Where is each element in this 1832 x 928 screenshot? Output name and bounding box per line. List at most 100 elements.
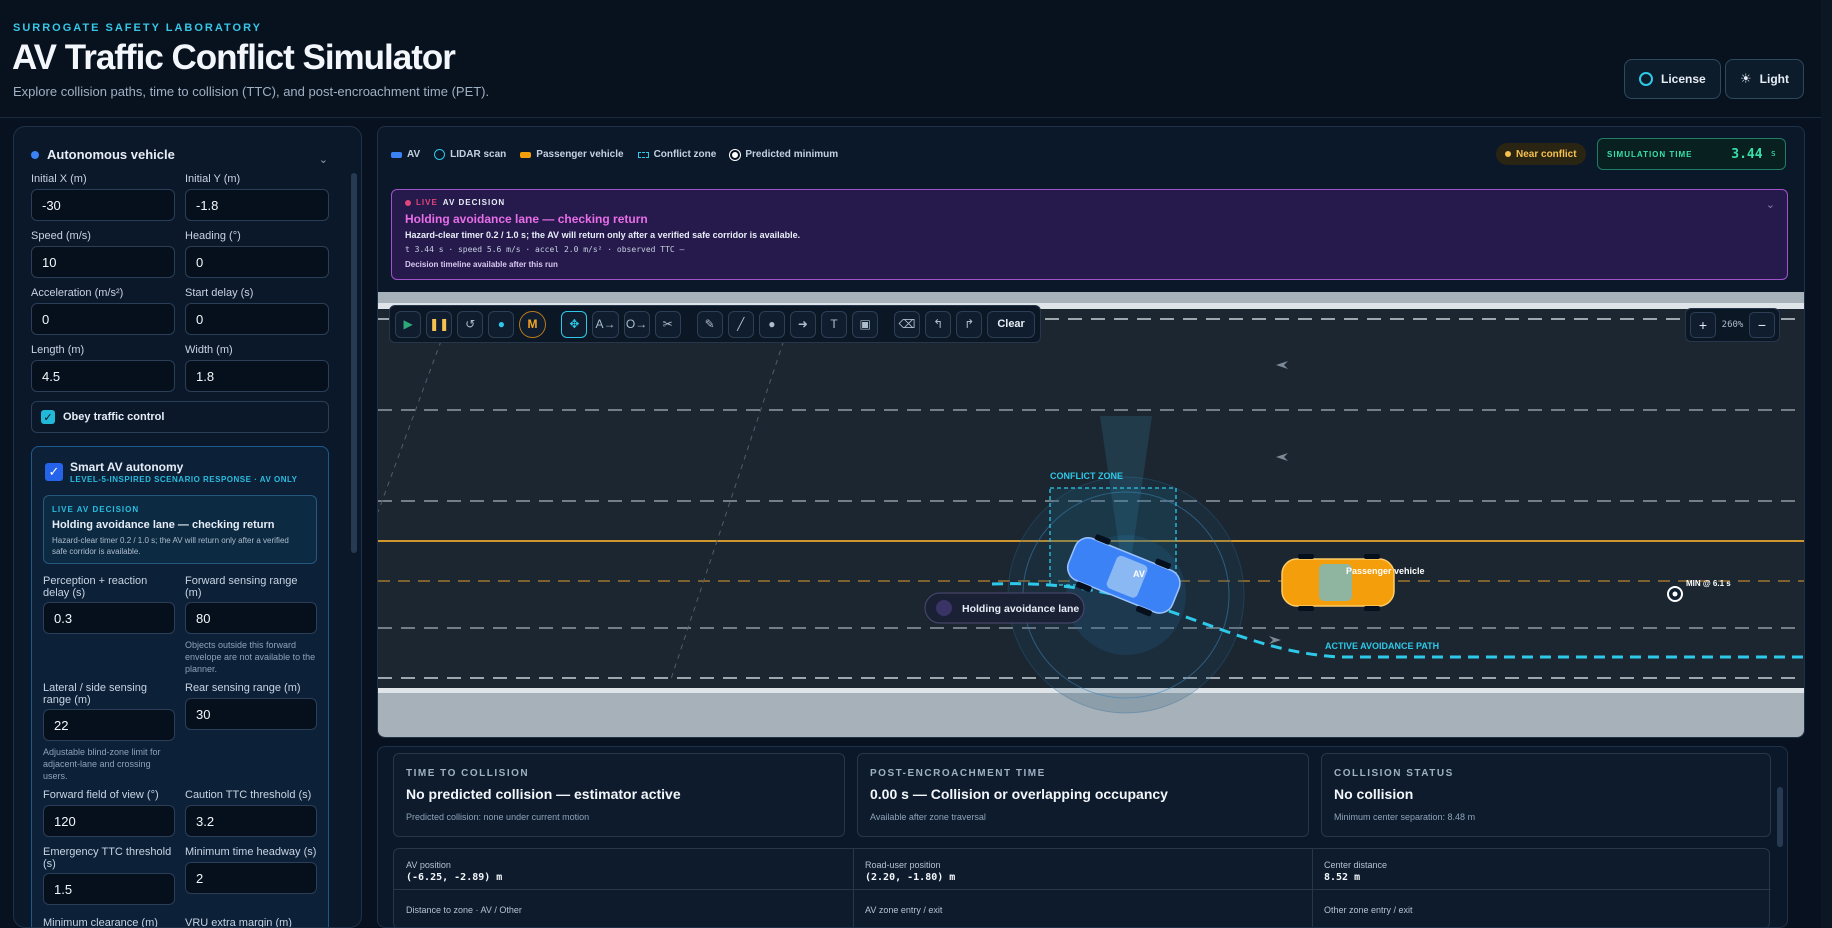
holding-label: Holding avoidance lane <box>962 603 1079 615</box>
reset-icon[interactable]: ↺ <box>457 310 484 338</box>
live-card-title: Holding avoidance lane — checking return <box>52 519 275 531</box>
acceleration-input[interactable]: 0 <box>31 303 175 335</box>
metrics-panel: TIME TO COLLISION No predicted collision… <box>377 746 1788 928</box>
collision-note: Minimum center separation: 8.48 m <box>1334 812 1476 822</box>
initial-y-input[interactable]: -1.8 <box>185 189 329 221</box>
headway-input[interactable]: 2 <box>185 862 317 894</box>
lateral-input[interactable]: 22 <box>43 709 175 741</box>
heading-input[interactable]: 0 <box>185 246 329 278</box>
ttc-card: TIME TO COLLISION No predicted collision… <box>393 753 845 837</box>
length-input[interactable]: 4.5 <box>31 360 175 392</box>
select-tool-icon[interactable]: ✥ <box>561 310 588 338</box>
caution-ttc-input[interactable]: 3.2 <box>185 805 317 837</box>
perception-input[interactable]: 0.3 <box>43 602 175 634</box>
speed-input[interactable]: 10 <box>31 246 175 278</box>
initial-x-input[interactable]: -30 <box>31 189 175 221</box>
legend-passenger: Passenger vehicle <box>520 149 624 160</box>
passenger-vehicle[interactable] <box>1281 554 1395 611</box>
forward-range-hint: Objects outside this forward envelope ar… <box>185 640 316 674</box>
license-label: License <box>1661 72 1706 86</box>
conflict-zone-label: CONFLICT ZONE <box>1050 471 1123 481</box>
decision-telemetry: t 3.44 s · speed 5.6 m/s · accel 2.0 m/s… <box>405 245 685 254</box>
headway-label: Minimum time headway (s) <box>185 846 317 858</box>
record-icon[interactable]: ● <box>488 310 515 338</box>
ttc-eyebrow: TIME TO COLLISION <box>406 768 530 779</box>
road-user-position-value: (2.20, -1.80) m <box>865 872 956 883</box>
live-card-body: Hazard-clear timer 0.2 / 1.0 s; the AV w… <box>52 536 289 556</box>
zoom-out-button[interactable]: − <box>1749 312 1775 338</box>
road-scene[interactable]: CONFLICT ZONE ACTIVE AVOIDANCE PATH AV P… <box>378 292 1805 738</box>
av-swatch <box>391 151 402 158</box>
caution-ttc-label: Caution TTC threshold (s) <box>185 789 312 801</box>
lateral-label: Lateral / side sensing range (m) <box>43 682 147 706</box>
add-av-path-icon[interactable]: A→ <box>592 310 619 338</box>
width-input[interactable]: 1.8 <box>185 360 329 392</box>
smart-subtitle: LEVEL-5-INSPIRED SCENARIO RESPONSE · AV … <box>70 475 298 484</box>
holding-avoidance-pill: Holding avoidance lane <box>924 592 1085 624</box>
license-button[interactable]: License <box>1624 59 1721 99</box>
chevron-down-icon[interactable]: ⌄ <box>1766 198 1775 211</box>
avoidance-icon <box>936 600 952 616</box>
collision-card: COLLISION STATUS No collision Minimum ce… <box>1321 753 1771 837</box>
turn-right-icon[interactable]: ↱ <box>956 310 983 338</box>
page-scrollbar-track[interactable] <box>1821 0 1832 928</box>
passenger-label: Passenger vehicle <box>1346 566 1425 576</box>
fov-input[interactable]: 120 <box>43 805 175 837</box>
play-icon[interactable]: ▶ <box>395 310 422 338</box>
emergency-ttc-input[interactable]: 1.5 <box>43 873 175 905</box>
cut-icon[interactable]: ✂ <box>654 310 681 338</box>
drawing-toolbar: ▶ ❚❚ ↺ ● M ✥ A→ O→ ✂ ✎ ╱ ● ➜ T ▣ ⌫ ↰ ↱ C… <box>389 305 1041 343</box>
metrics-scrollbar[interactable] <box>1777 787 1783 847</box>
mode-button[interactable]: M <box>519 310 546 338</box>
avoidance-path-label: ACTIVE AVOIDANCE PATH <box>1325 641 1439 651</box>
obey-traffic-control-toggle[interactable]: ✓ Obey traffic control <box>31 401 329 433</box>
pencil-icon[interactable]: ✎ <box>696 310 723 338</box>
zone-distance-label: Distance to zone · AV / Other <box>406 905 522 915</box>
warning-dot-icon <box>1505 151 1511 157</box>
pause-icon[interactable]: ❚❚ <box>426 310 453 338</box>
simulation-time-readout: SIMULATION TIME 3.44 s <box>1597 138 1786 170</box>
add-other-path-icon[interactable]: O→ <box>623 310 650 338</box>
pet-eyebrow: POST-ENCROACHMENT TIME <box>870 768 1046 779</box>
erase-icon[interactable]: ⌫ <box>893 310 921 338</box>
center-distance-label: Center distance <box>1324 860 1388 870</box>
start-delay-input[interactable]: 0 <box>185 303 329 335</box>
line-tool-icon[interactable]: ╱ <box>727 310 754 338</box>
legend-predicted: Predicted minimum <box>730 149 838 160</box>
legend-lidar-label: LIDAR scan <box>450 149 507 160</box>
forward-range-label: Forward sensing range (m) <box>185 575 298 599</box>
lidar-icon <box>434 149 446 160</box>
road-canvas[interactable]: CONFLICT ZONE ACTIVE AVOIDANCE PATH AV P… <box>378 292 1805 738</box>
text-tool-icon[interactable]: T <box>820 310 848 338</box>
turn-left-icon[interactable]: ↰ <box>925 310 952 338</box>
legend: AV LIDAR scan Passenger vehicle Conflict… <box>391 149 838 160</box>
details-grid: AV position (-6.25, -2.89) m Road-user p… <box>393 848 1771 927</box>
clear-button[interactable]: Clear <box>987 310 1035 338</box>
section-title: Autonomous vehicle <box>47 147 175 162</box>
license-icon <box>1639 72 1653 86</box>
circle-tool-icon[interactable]: ● <box>758 310 785 338</box>
zone-tool-icon[interactable]: ▣ <box>852 310 879 338</box>
road-user-position-label: Road-user position <box>865 860 941 870</box>
arrow-tool-icon[interactable]: ➜ <box>789 310 816 338</box>
smart-title: Smart AV autonomy <box>70 460 184 474</box>
app-subtitle: Explore collision paths, time to collisi… <box>13 84 490 99</box>
chevron-down-icon[interactable]: ⌄ <box>319 153 328 166</box>
rear-range-input[interactable]: 30 <box>185 698 317 730</box>
zoom-control: + 260% − <box>1685 308 1780 342</box>
sidebar-scrollbar[interactable] <box>351 173 357 553</box>
decision-eyebrow: AV DECISION <box>442 198 506 207</box>
theme-toggle-button[interactable]: ☀ Light <box>1725 59 1804 99</box>
sim-time-label: SIMULATION TIME <box>1607 149 1693 159</box>
av-zone-entry-label: AV zone entry / exit <box>865 905 943 915</box>
smart-autonomy-checkbox[interactable]: ✓ <box>45 463 63 481</box>
live-decision-card: LIVE AV DECISION Holding avoidance lane … <box>43 495 317 564</box>
acceleration-label: Acceleration (m/s²) <box>31 287 124 299</box>
forward-range-input[interactable]: 80 <box>185 602 317 634</box>
checkbox-checked-icon: ✓ <box>41 410 55 424</box>
section-header[interactable]: Autonomous vehicle <box>31 147 175 162</box>
legend-av: AV <box>391 149 420 160</box>
zoom-in-button[interactable]: + <box>1690 312 1716 338</box>
app-eyebrow: SURROGATE SAFETY LABORATORY <box>13 22 262 34</box>
ttc-value: No predicted collision — estimator activ… <box>406 786 681 802</box>
